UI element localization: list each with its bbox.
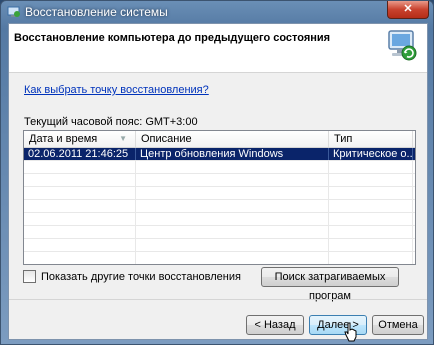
sort-descending-icon: ▼: [119, 134, 127, 143]
scan-affected-programs-button[interactable]: Поиск затрагиваемых програм: [261, 267, 399, 302]
computer-restore-icon: [388, 30, 417, 61]
show-more-checkbox[interactable]: [23, 270, 36, 283]
next-button[interactable]: Далее >: [309, 315, 367, 335]
back-button[interactable]: < Назад: [246, 315, 304, 335]
show-more-label: Показать другие точки восстановления: [41, 270, 241, 283]
column-header-description[interactable]: Описание: [136, 131, 329, 147]
column-header-type[interactable]: Тип: [329, 131, 413, 147]
page-title: Восстановление компьютера до предыдущего…: [14, 32, 331, 44]
help-link[interactable]: Как выбрать точку восстановления?: [24, 84, 209, 96]
cell-datetime: 02.06.2011 21:46:25: [24, 148, 136, 160]
cell-description: Центр обновления Windows: [136, 148, 329, 160]
footer-divider: [9, 299, 427, 300]
close-button[interactable]: ✕: [387, 1, 429, 19]
title-bar[interactable]: Восстановление системы ✕: [1, 1, 433, 23]
timezone-label: Текущий часовой пояс: GMT+3:00: [24, 116, 198, 128]
empty-table-row: [24, 252, 415, 264]
wizard-header: Восстановление компьютера до предыдущего…: [9, 24, 427, 73]
wizard-client-area: Восстановление компьютера до предыдущего…: [8, 23, 428, 340]
window-title: Восстановление системы: [25, 5, 168, 19]
table-header: Дата и время ▼ Описание Тип: [24, 131, 415, 148]
empty-table-row: [24, 213, 415, 226]
empty-table-row: [24, 239, 415, 252]
empty-table-row: [24, 226, 415, 239]
empty-table-row: [24, 187, 415, 200]
system-restore-window: Восстановление системы ✕ Восстановление …: [0, 0, 434, 345]
empty-table-row: [24, 161, 415, 174]
system-restore-app-icon: [7, 6, 20, 17]
table-row[interactable]: 02.06.2011 21:46:25 Центр обновления Win…: [24, 148, 415, 161]
empty-table-row: [24, 174, 415, 187]
cancel-button[interactable]: Отмена: [372, 315, 424, 335]
empty-table-row: [24, 200, 415, 213]
restore-points-table: Дата и время ▼ Описание Тип 02.06.2011 2…: [23, 130, 416, 265]
cell-type: Критическое о...: [329, 148, 413, 160]
show-more-checkbox-row[interactable]: Показать другие точки восстановления: [23, 270, 241, 283]
mouse-cursor-icon: [344, 322, 357, 342]
column-header-datetime[interactable]: Дата и время ▼: [24, 131, 136, 147]
